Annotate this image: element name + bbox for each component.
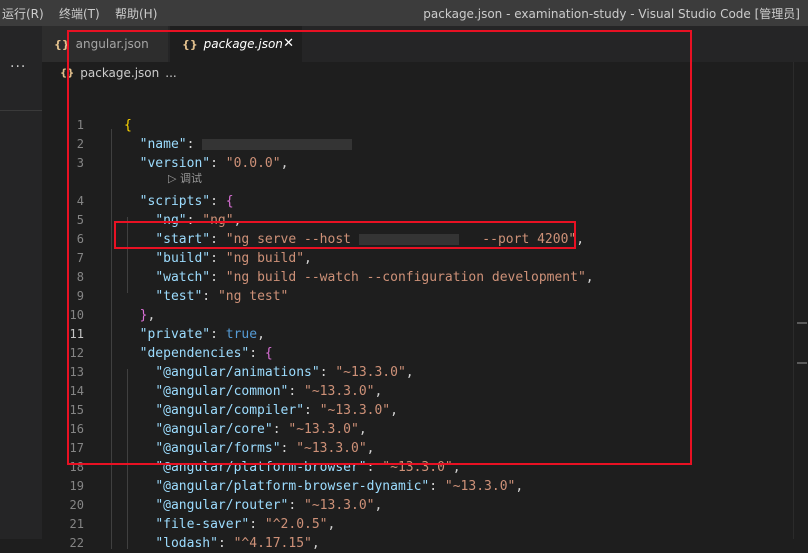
scroll-marker xyxy=(797,322,807,324)
code-text: "@angular/router": "~13.3.0", xyxy=(124,496,382,515)
line-number: 19 xyxy=(69,479,84,493)
vertical-scrollbar[interactable] xyxy=(793,62,808,539)
more-actions-icon[interactable]: ··· xyxy=(10,59,26,75)
highlight-box-start-script xyxy=(114,221,576,249)
window-title: package.json - examination-study - Visua… xyxy=(423,7,800,21)
code-token: : xyxy=(217,536,234,551)
menu-run[interactable]: 运行(R) xyxy=(2,5,44,22)
sidebar-divider xyxy=(0,110,42,111)
code-token: "@angular/platform-browser-dynamic" xyxy=(155,479,430,494)
scroll-marker xyxy=(797,362,807,364)
code-line[interactable]: 22 "lodash": "^4.17.15", xyxy=(42,534,808,553)
line-number: 22 xyxy=(69,536,84,550)
line-number: 21 xyxy=(69,517,84,531)
code-line[interactable]: 20 "@angular/router": "~13.3.0", xyxy=(42,496,808,515)
code-token: , xyxy=(311,536,320,551)
code-token: "^2.0.5" xyxy=(264,517,328,532)
code-token: , xyxy=(374,498,383,513)
code-line[interactable]: 19 "@angular/platform-browser-dynamic": … xyxy=(42,477,808,496)
code-token: "^4.17.15" xyxy=(233,536,312,551)
code-token: "lodash" xyxy=(155,536,218,551)
code-line[interactable]: 21 "file-saver": "^2.0.5", xyxy=(42,515,808,534)
side-bar: ··· xyxy=(0,26,42,539)
code-token: , xyxy=(327,517,336,532)
code-token: , xyxy=(515,479,524,494)
code-token: "~13.3.0" xyxy=(444,479,516,494)
title-bar: 运行(R) 终端(T) 帮助(H) package.json - examina… xyxy=(0,0,808,26)
code-token: : xyxy=(249,517,265,532)
menu-terminal[interactable]: 终端(T) xyxy=(59,5,100,22)
code-token: "file-saver" xyxy=(155,517,250,532)
code-token: : xyxy=(429,479,445,494)
code-text: "file-saver": "^2.0.5", xyxy=(124,515,335,534)
code-token: : xyxy=(288,498,305,513)
code-token: "@angular/router" xyxy=(155,498,289,513)
code-text: "lodash": "^4.17.15", xyxy=(124,534,320,553)
code-token: "~13.3.0" xyxy=(304,498,375,513)
line-number: 20 xyxy=(69,498,84,512)
menu-help[interactable]: 帮助(H) xyxy=(115,5,157,22)
code-text: "@angular/platform-browser-dynamic": "~1… xyxy=(124,477,523,496)
